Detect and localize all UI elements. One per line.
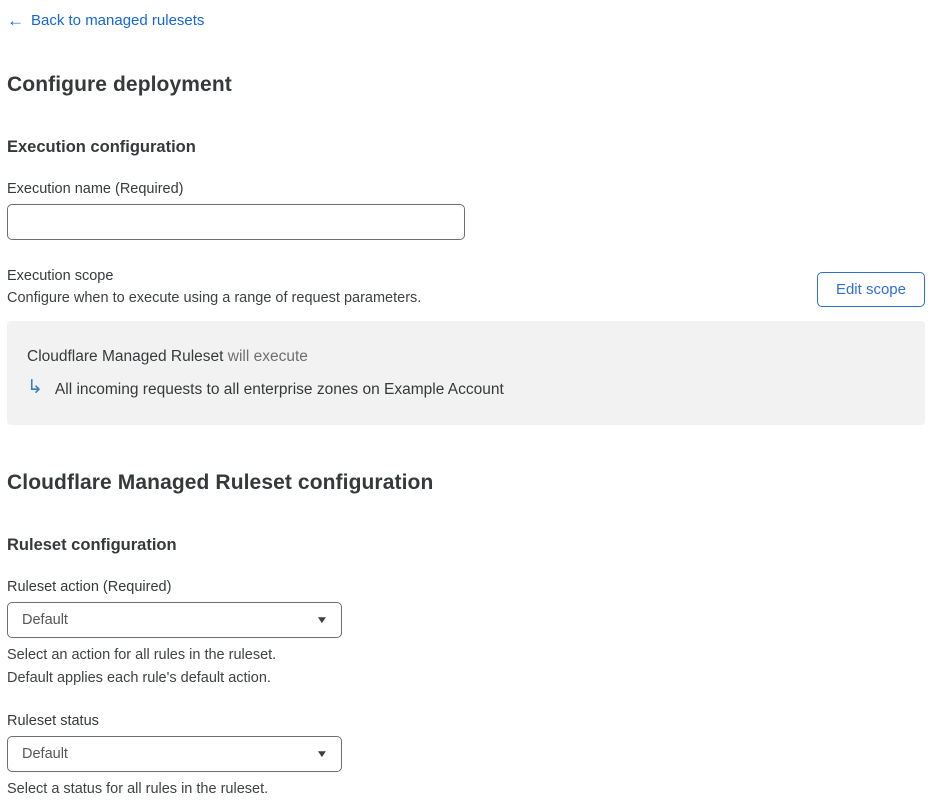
ruleset-status-select[interactable]: Default ▼: [7, 736, 342, 772]
scope-summary-target: All incoming requests to all enterprise …: [54, 381, 504, 398]
scope-summary-target-row: ↳ All incoming requests to all enterpris…: [27, 376, 905, 400]
ruleset-action-label: Ruleset action (Required): [7, 579, 172, 595]
page-title: Configure deployment: [7, 73, 232, 96]
ruleset-action-help-line1: Select an action for all rules in the ru…: [7, 647, 277, 663]
scope-summary-panel: Cloudflare Managed Ruleset will execute …: [7, 321, 925, 425]
ruleset-status-help-line1: Select a status for all rules in the rul…: [7, 781, 269, 797]
hook-arrow-icon: ↳: [27, 376, 43, 398]
execution-configuration-heading: Execution configuration: [7, 138, 196, 156]
execution-name-input[interactable]: [7, 204, 465, 240]
ruleset-action-help-line2: Default applies each rule's default acti…: [7, 670, 271, 686]
edit-scope-button[interactable]: Edit scope: [816, 272, 925, 307]
back-link-label: Back to managed rulesets: [31, 12, 205, 29]
scope-summary-ruleset-name: Cloudflare Managed Ruleset: [27, 348, 224, 365]
back-arrow-icon: ←: [7, 11, 24, 30]
execution-scope-row: Execution scope Configure when to execut…: [7, 266, 925, 308]
chevron-down-icon: ▼: [315, 748, 329, 760]
scope-summary-headline: Cloudflare Managed Ruleset will execute: [27, 347, 905, 366]
execution-scope-description: Configure when to execute using a range …: [7, 290, 422, 306]
execution-scope-text: Execution scope Configure when to execut…: [7, 266, 421, 308]
execution-name-label: Execution name (Required): [7, 181, 184, 197]
configure-deployment-page: ← Back to managed rulesets Configure dep…: [0, 0, 931, 801]
ruleset-action-select[interactable]: Default ▼: [7, 602, 342, 638]
ruleset-action-selected-value: Default: [22, 612, 68, 628]
ruleset-configuration-subheading: Ruleset configuration: [7, 536, 177, 554]
ruleset-status-selected-value: Default: [22, 746, 68, 762]
execution-scope-label: Execution scope: [7, 268, 114, 284]
chevron-down-icon: ▼: [315, 614, 329, 626]
back-to-managed-rulesets-link[interactable]: ← Back to managed rulesets: [7, 11, 204, 31]
scope-summary-suffix: will execute: [223, 348, 308, 365]
ruleset-status-label: Ruleset status: [7, 713, 99, 729]
ruleset-configuration-title: Cloudflare Managed Ruleset configuration: [7, 471, 434, 494]
